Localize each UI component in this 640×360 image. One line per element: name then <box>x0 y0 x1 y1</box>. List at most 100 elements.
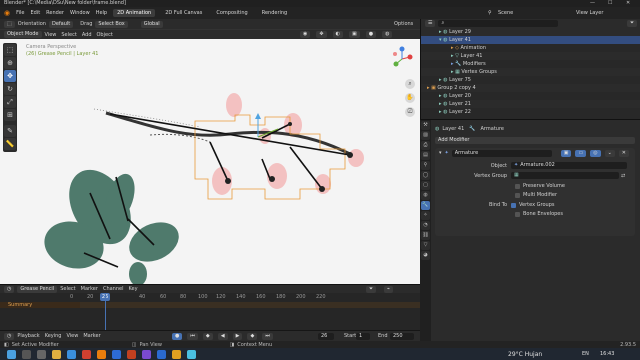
menu-object[interactable]: Object <box>97 32 113 38</box>
maximize-button[interactable]: ☐ <box>608 0 612 7</box>
close-button[interactable]: ✕ <box>626 0 630 7</box>
3d-viewport[interactable]: Camera Perspective (26) Grease Pencil | … <box>0 39 420 284</box>
viewport-toggle-icon[interactable]: ▭ <box>575 149 587 157</box>
outliner-search-input[interactable]: ⌕ <box>438 20 559 27</box>
transform-orientation-dropdown[interactable]: Global <box>140 20 163 28</box>
menu-file[interactable]: File <box>16 10 24 16</box>
pan-icon[interactable]: ✋ <box>405 93 415 103</box>
dopesheet-menu-marker[interactable]: Marker <box>81 286 98 292</box>
menu-playback[interactable]: Playback <box>17 333 39 339</box>
tool-icon[interactable]: ⬚ <box>4 20 15 28</box>
jump-start-icon[interactable]: ⏮ <box>187 332 198 340</box>
dopesheet-mode-dropdown[interactable]: Grease Pencil <box>17 285 58 293</box>
weather-widget[interactable]: 29°C Hujan <box>508 351 542 358</box>
view-layer-selector[interactable]: View Layer <box>576 10 603 16</box>
edit-mode-toggle-icon[interactable]: ▣ <box>560 149 572 157</box>
modifier-tab-icon[interactable]: 🔧 <box>421 201 430 210</box>
start-button-icon[interactable] <box>7 349 16 359</box>
current-frame-field[interactable]: 26 <box>318 332 334 340</box>
constraints-tab-icon[interactable]: ⛓ <box>421 231 430 240</box>
timeline-editor-icon[interactable]: ◷ <box>4 332 15 340</box>
snap-icon[interactable]: ⌁ <box>384 285 394 293</box>
prev-key-icon[interactable]: ◆ <box>202 332 213 340</box>
annotate-tool-icon[interactable]: ✎ <box>4 125 16 137</box>
collection-tab-icon[interactable]: ▢ <box>421 181 430 190</box>
data-tab-icon[interactable]: ▽ <box>421 241 430 250</box>
outliner-item-selected[interactable]: ▾ ◍ Layer 41 <box>421 36 640 44</box>
tab-2d-full-canvas[interactable]: 2D Full Canvas <box>161 9 206 17</box>
output-tab-icon[interactable]: ⎙ <box>421 141 430 150</box>
blender-logo-icon[interactable]: ◉ <box>4 9 10 17</box>
shading-material-icon[interactable]: ◍ <box>382 31 393 38</box>
dopesheet-menu-channel[interactable]: Channel <box>103 286 124 292</box>
vertex-groups-checkbox[interactable] <box>511 202 516 208</box>
move-tool-icon[interactable]: ✥ <box>4 70 16 82</box>
options-dropdown[interactable]: Options <box>394 21 413 27</box>
dopesheet-menu-key[interactable]: Key <box>128 286 137 292</box>
transform-tool-icon[interactable]: ⊞ <box>4 109 16 121</box>
task-view-icon[interactable] <box>37 349 46 359</box>
end-frame-field[interactable]: 250 <box>390 332 414 340</box>
dopesheet-channels[interactable]: Summary <box>0 293 420 330</box>
menu-add[interactable]: Add <box>82 32 92 38</box>
next-key-icon[interactable]: ◆ <box>247 332 258 340</box>
jump-end-icon[interactable]: ⏭ <box>262 332 273 340</box>
play-icon[interactable]: ▶ <box>232 332 243 340</box>
object-tab-icon[interactable]: ◍ <box>421 191 430 200</box>
render-toggle-icon[interactable]: ◎ <box>590 149 601 157</box>
gizmo-toggle-icon[interactable]: ✥ <box>316 31 327 38</box>
play-reverse-icon[interactable]: ◀ <box>217 332 228 340</box>
modifier-name-field[interactable]: Armature <box>451 149 552 157</box>
illustrator-icon[interactable] <box>172 349 181 359</box>
blender-taskbar-icon[interactable] <box>97 349 106 359</box>
mode-dropdown[interactable]: Object Mode <box>4 31 42 38</box>
minimize-button[interactable]: — <box>590 0 595 7</box>
menu-render[interactable]: Render <box>46 10 64 16</box>
word-icon[interactable] <box>112 349 121 359</box>
menu-select[interactable]: Select <box>61 32 76 38</box>
zoom-icon[interactable]: ⌕ <box>405 79 415 89</box>
select-tool-icon[interactable]: ⬚ <box>4 44 16 56</box>
checkbox[interactable] <box>515 192 520 198</box>
menu-view-timeline[interactable]: View <box>66 333 78 339</box>
tool-tab-icon[interactable]: ⚒ <box>421 121 430 130</box>
cursor-tool-icon[interactable]: ⊕ <box>4 57 16 69</box>
summary-channel[interactable]: Summary <box>0 302 80 308</box>
app-icon-2[interactable] <box>187 349 196 359</box>
app-icon[interactable] <box>82 349 91 359</box>
language-indicator[interactable]: EN <box>582 351 589 357</box>
checkbox[interactable] <box>515 211 520 217</box>
powerpoint-icon[interactable] <box>127 349 136 359</box>
outliner-item[interactable]: ▸ ◍ Layer 22 <box>421 108 640 116</box>
tab-2d-animation[interactable]: 2D Animation <box>113 9 156 17</box>
visibility-icon[interactable]: ◉ <box>300 31 311 38</box>
photoshop-icon[interactable] <box>157 349 166 359</box>
modifier-dropdown-icon[interactable]: ⌄ <box>604 149 615 157</box>
premiere-icon[interactable] <box>142 349 151 359</box>
rotate-tool-icon[interactable]: ↻ <box>4 83 16 95</box>
editor-type-icon[interactable]: ◷ <box>4 285 15 293</box>
xray-icon[interactable]: ▣ <box>348 31 360 38</box>
file-explorer-icon[interactable] <box>52 349 61 359</box>
overlay-toggle-icon[interactable]: ◐ <box>332 31 343 38</box>
scene-selector[interactable]: Scene <box>498 10 513 16</box>
menu-view[interactable]: View <box>45 32 57 38</box>
outliner-item[interactable]: ▸ ▣ Group 2 copy 4 <box>421 84 640 92</box>
collapse-chevron-icon[interactable]: ▾ <box>439 150 442 156</box>
clock[interactable]: 16:43 <box>600 351 614 357</box>
outliner-item[interactable]: ▸ ◍ Layer 21 <box>421 100 640 108</box>
vertex-group-field[interactable]: ▦ <box>511 172 619 179</box>
outliner[interactable]: ☰ ⌕ ⏷ ▸ ◍ Layer 29 ▾ ◍ Layer 41 ▸ ◇ Anim… <box>420 19 640 119</box>
orientation-dropdown[interactable]: Default <box>48 20 74 28</box>
material-tab-icon[interactable]: ◕ <box>421 251 430 260</box>
outliner-display-icon[interactable]: ☰ <box>425 20 436 27</box>
multi-modifier-checkbox[interactable]: Multi Modifier <box>515 192 557 198</box>
shading-solid-icon[interactable]: ● <box>365 31 377 38</box>
invert-arrow-icon[interactable]: ⇄ <box>621 173 625 179</box>
menu-edit[interactable]: Edit <box>30 10 40 16</box>
camera-view-icon[interactable]: ⎚ <box>405 107 415 117</box>
outliner-item[interactable]: ▸ ▽ Layer 41 <box>421 52 640 60</box>
tab-compositing[interactable]: Compositing <box>212 9 251 17</box>
menu-window[interactable]: Window <box>70 10 90 16</box>
tab-rendering[interactable]: Rendering <box>258 9 292 17</box>
